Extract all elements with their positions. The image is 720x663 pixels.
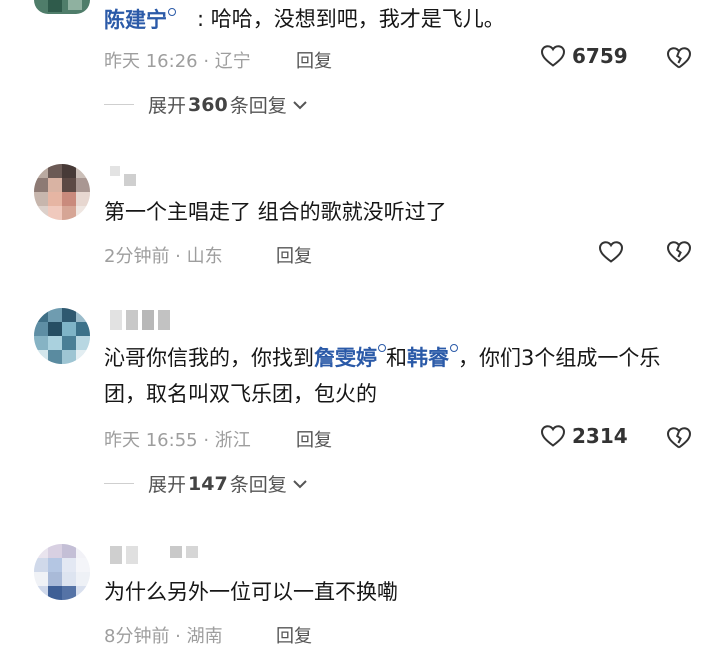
reply-count: 360 [188, 93, 228, 116]
heart-outline-icon [540, 45, 566, 67]
comment-text: 沁哥你信我的，你找到詹雯婷 和韩睿 ，你们3个组成一个乐团，取名叫双飞乐团，包火的 [104, 340, 694, 412]
reply-button[interactable]: 回复 [276, 242, 312, 268]
divider [104, 483, 134, 484]
avatar[interactable] [34, 544, 90, 600]
broken-heart-icon [666, 427, 692, 449]
comment-meta: 昨天 16:26 · 辽宁 [104, 47, 251, 73]
comment-text: 为什么另外一位可以一直不换嘞 [104, 580, 398, 604]
username-blurred[interactable] [110, 310, 170, 330]
heart-outline-icon [540, 425, 566, 447]
mention-link[interactable]: 韩睿 [407, 344, 458, 370]
comment-body: 和 [386, 346, 407, 370]
timestamp: 昨天 16:55 [104, 430, 198, 451]
like-button[interactable]: 2314 [540, 424, 628, 448]
meta-separator: · [169, 246, 187, 267]
search-mention-icon [168, 8, 176, 16]
expand-prefix: 展开 [148, 474, 187, 496]
username[interactable]: 陈建宁 [104, 4, 176, 34]
like-button[interactable]: 6759 [540, 44, 628, 68]
broken-heart-icon [666, 241, 692, 263]
colon: : [197, 7, 211, 31]
location: 湖南 [186, 626, 223, 647]
comment-body: 哈哈，没想到吧，我才是飞儿。 [210, 7, 505, 31]
broken-heart-icon [666, 47, 692, 69]
timestamp: 昨天 16:26 [104, 51, 198, 72]
avatar[interactable] [34, 0, 90, 20]
expand-prefix: 展开 [148, 95, 187, 117]
reply-button[interactable]: 回复 [296, 47, 332, 73]
mention-text[interactable]: 韩睿 [407, 346, 449, 370]
username-blurred[interactable] [110, 546, 198, 564]
reply-button[interactable]: 回复 [276, 622, 312, 648]
like-count: 2314 [572, 424, 628, 448]
chevron-down-icon [292, 100, 307, 109]
comment-meta: 2分钟前 · 山东 [104, 242, 223, 268]
search-mention-icon [378, 344, 386, 352]
search-mention-icon [450, 344, 458, 352]
comment-meta: 昨天 16:55 · 浙江 [104, 426, 251, 452]
comment-text: : 哈哈，没想到吧，我才是飞儿。 [197, 0, 694, 38]
mention-link[interactable]: 詹雯婷 [314, 344, 386, 370]
avatar[interactable] [34, 308, 90, 364]
expand-suffix: 条回复 [229, 474, 287, 496]
meta-separator: · [197, 51, 215, 72]
dislike-button[interactable] [666, 240, 692, 268]
comment-text: 第一个主唱走了 组合的歌就没听过了 [104, 200, 447, 224]
reply-count: 147 [188, 472, 228, 495]
username-blurred[interactable] [110, 166, 136, 186]
like-count: 6759 [572, 44, 628, 68]
comment-meta: 8分钟前 · 湖南 [104, 622, 223, 648]
username-text[interactable]: 陈建宁 [104, 8, 167, 32]
comment-body: 沁哥你信我的，你找到 [104, 346, 314, 370]
dislike-button[interactable] [666, 46, 692, 74]
avatar[interactable] [34, 164, 90, 220]
meta-separator: · [197, 430, 215, 451]
reply-button[interactable]: 回复 [296, 426, 332, 452]
expand-replies-button[interactable]: 展开 147 条回复 [104, 470, 309, 497]
location: 辽宁 [214, 51, 251, 72]
expand-suffix: 条回复 [229, 95, 287, 117]
chevron-down-icon [292, 479, 307, 488]
meta-separator: · [169, 626, 187, 647]
timestamp: 8分钟前 [104, 626, 170, 647]
expand-replies-button[interactable]: 展开 360 条回复 [104, 91, 309, 118]
timestamp: 2分钟前 [104, 246, 170, 267]
like-button[interactable] [598, 240, 624, 264]
location: 浙江 [214, 430, 251, 451]
mention-text[interactable]: 詹雯婷 [314, 346, 377, 370]
dislike-button[interactable] [666, 426, 692, 454]
heart-outline-icon [598, 241, 624, 263]
location: 山东 [186, 246, 223, 267]
divider [104, 104, 134, 105]
